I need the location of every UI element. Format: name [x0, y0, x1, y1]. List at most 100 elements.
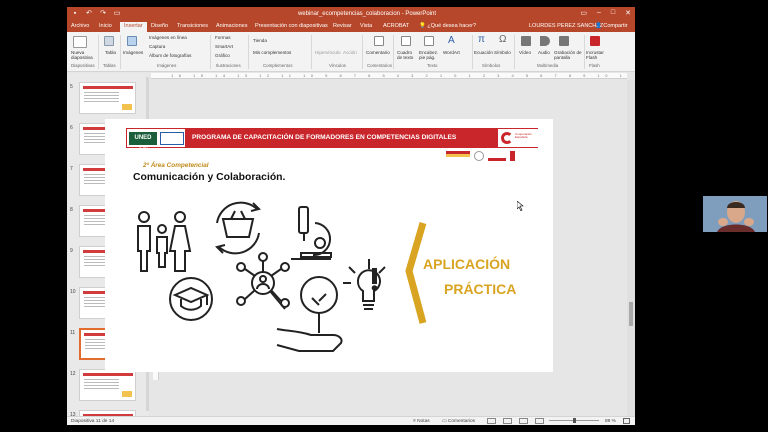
embed-flash-button[interactable]: Incrustar Flash [586, 50, 608, 60]
zoom-level[interactable]: 89 % [605, 419, 616, 424]
gold-bracket [405, 222, 427, 324]
symbol-button[interactable]: Símbolo [494, 50, 511, 55]
store-button[interactable]: Tienda [253, 38, 267, 43]
tab-acrobat[interactable]: ACROBAT [383, 23, 409, 29]
screen-recording-button[interactable]: Grabación de pantalla [554, 50, 582, 60]
comments-button[interactable]: ▭ Comentarios [442, 419, 475, 424]
hyperlink-button[interactable]: Hipervínculo [315, 50, 341, 55]
audio-icon[interactable] [540, 36, 550, 46]
audio-button[interactable]: Audio [538, 50, 550, 55]
slide-sorter-button[interactable] [503, 418, 512, 424]
horizontal-ruler: 16 15 14 13 12 11 10 9 8 7 6 5 4 3 2 1 0… [151, 73, 627, 79]
reading-view-button[interactable] [519, 418, 528, 424]
thumbnail-banner [83, 86, 133, 89]
header-footer-button[interactable]: Encabez. pie pág. [419, 50, 441, 60]
smartart-button[interactable]: SmartArt [215, 44, 233, 49]
slide-canvas[interactable]: UNED OEI PROGRAMA DE CAPACITACIÓN DE FOR… [105, 119, 553, 372]
quick-access-toolbar: ▪ ↶ ↷ ▭ [71, 10, 121, 18]
table-button[interactable]: Tabla [105, 50, 116, 55]
tell-me-search[interactable]: 💡 ¿Qué desea hacer? [419, 23, 476, 29]
maximize-icon[interactable]: □ [611, 9, 615, 17]
undo-icon[interactable]: ↶ [85, 10, 93, 18]
tab-vista[interactable]: Vista [360, 23, 372, 29]
mouse-cursor-icon [517, 201, 524, 211]
close-icon[interactable]: ✕ [625, 9, 631, 17]
tab-animaciones[interactable]: Animaciones [216, 23, 248, 29]
shapes-button[interactable]: Formas [215, 35, 231, 40]
notes-button[interactable]: ≡ Notas [413, 419, 430, 424]
comment-button[interactable]: Comentario [366, 50, 390, 55]
separator [472, 35, 473, 69]
pictures-icon[interactable] [127, 36, 137, 46]
save-icon[interactable]: ▪ [71, 10, 79, 18]
group-label-text: Texto [427, 63, 438, 68]
table-icon[interactable] [104, 36, 114, 46]
tab-transiciones[interactable]: Transiciones [177, 23, 208, 29]
notes-label: Notas [417, 419, 430, 424]
equation-icon[interactable]: π [478, 34, 485, 45]
share-button[interactable]: 👤 Compartir [595, 23, 628, 29]
video-button[interactable]: Vídeo [519, 50, 531, 55]
comment-icon[interactable] [374, 36, 384, 46]
thumbnail-accent [122, 104, 132, 110]
wordart-button[interactable]: WordArt [443, 50, 460, 55]
new-slide-icon[interactable] [73, 36, 87, 48]
screen-recording-icon[interactable] [559, 36, 569, 46]
slide-counter: Diapositiva 11 de 14 [71, 419, 115, 424]
thumbnail-number: 6 [70, 125, 73, 131]
video-icon[interactable] [521, 36, 531, 46]
equation-button[interactable]: Ecuación [474, 50, 493, 55]
my-addins-button[interactable]: Mis complementos [253, 50, 291, 55]
separator [248, 35, 249, 69]
ribbon-insert: Nueva diapositiva Tabla Imágenes Imágene… [67, 32, 635, 72]
online-pictures-button[interactable]: Imágenes en línea [149, 35, 187, 40]
group-label-tables: Tablas [103, 63, 116, 68]
flash-icon[interactable] [590, 36, 600, 46]
slide-thumbnail[interactable] [79, 82, 136, 114]
thumbnail-number: 11 [70, 330, 76, 336]
tab-revisar[interactable]: Revisar [333, 23, 352, 29]
new-slide-button[interactable]: Nueva diapositiva [71, 50, 93, 60]
pictures-button[interactable]: Imágenes [123, 50, 143, 55]
network-people-icon [236, 252, 290, 310]
tab-insertar[interactable]: Insertar [120, 22, 147, 32]
separator [98, 35, 99, 69]
share-label: Compartir [603, 23, 628, 29]
status-bar: Diapositiva 11 de 14 ≡ Notas ▭ Comentari… [67, 416, 635, 425]
separator [120, 35, 121, 69]
tab-dise-o[interactable]: Diseño [151, 23, 168, 29]
text-box-button[interactable]: Cuadro de texto [397, 50, 417, 60]
ribbon-options-icon[interactable]: ▭ [580, 9, 587, 17]
present-icon[interactable]: ▭ [113, 10, 121, 18]
wordart-icon[interactable]: A [448, 35, 455, 46]
screenshot-button[interactable]: Captura [149, 44, 165, 49]
thumbnail-number: 8 [70, 207, 73, 213]
separator [362, 35, 363, 69]
header-footer-icon[interactable] [424, 36, 434, 46]
action-button[interactable]: Acción [343, 50, 357, 55]
redo-icon[interactable]: ↷ [99, 10, 107, 18]
photo-album-button[interactable]: Álbum de fotografías [149, 53, 191, 58]
minimize-icon[interactable]: – [597, 9, 601, 17]
canvas-scrollbar[interactable] [627, 80, 635, 416]
slide-thumbnail[interactable] [79, 369, 136, 401]
title-bar: ▪ ↶ ↷ ▭ webinar_ecompetencias_colaboraci… [67, 7, 635, 21]
symbol-icon[interactable]: Ω [499, 34, 506, 45]
chart-button[interactable]: Gráfico [215, 53, 230, 58]
tell-me-text: ¿Qué desea hacer? [427, 23, 477, 29]
tab-inicio[interactable]: Inicio [99, 23, 112, 29]
tab-presentaci-n-con-diapositivas[interactable]: Presentación con diapositivas [255, 23, 328, 29]
slideshow-button[interactable] [535, 418, 544, 424]
thumbnail-number: 5 [70, 84, 73, 90]
fit-to-window-icon[interactable] [623, 418, 630, 424]
group-label-symbols: Símbolos [482, 63, 501, 68]
canvas-scroll-handle[interactable] [629, 302, 633, 326]
tree-in-hand-icon [276, 276, 343, 352]
user-name[interactable]: LOURDES PEREZ SANCHEZ [529, 23, 603, 29]
text-box-icon[interactable] [401, 36, 411, 46]
normal-view-button[interactable] [487, 418, 496, 424]
separator [210, 35, 211, 69]
separator [393, 35, 394, 69]
tab-archivo[interactable]: Archivo [71, 23, 89, 29]
zoom-slider-thumb[interactable] [573, 418, 576, 423]
